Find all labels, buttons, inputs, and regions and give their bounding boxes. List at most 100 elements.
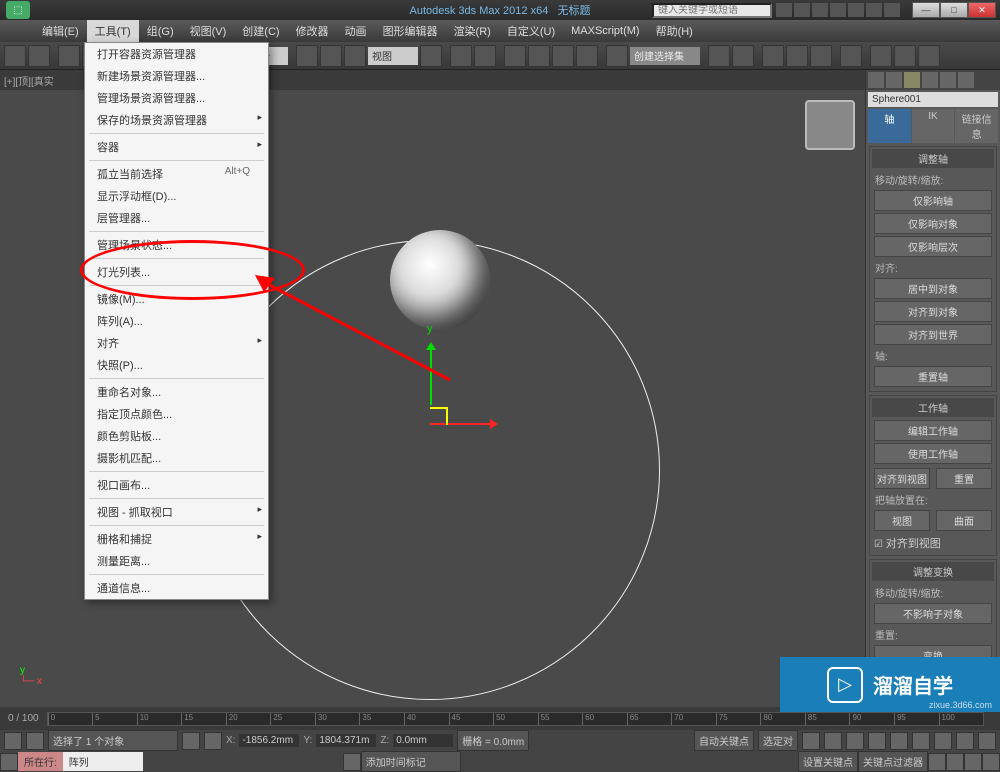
tb-align[interactable]: [732, 45, 754, 67]
section-header[interactable]: 调整轴: [872, 149, 994, 168]
object-name-field[interactable]: Sphere001: [868, 92, 998, 107]
prompt-field[interactable]: 阵列: [63, 752, 143, 771]
section-header[interactable]: 工作轴: [872, 398, 994, 417]
tb-mirror[interactable]: [708, 45, 730, 67]
nav-2[interactable]: [934, 732, 952, 750]
menu-item[interactable]: 灯光列表...: [85, 261, 268, 283]
btn-affect-object-only[interactable]: 仅影响对象: [874, 213, 992, 234]
check-align-to-view[interactable]: ☑ 对齐到视图: [872, 533, 994, 553]
timeline-track[interactable]: 0510152025303540455055606570758085909510…: [47, 712, 984, 726]
play-back[interactable]: [824, 732, 842, 750]
btn-center-to-object[interactable]: 居中到对象: [874, 278, 992, 299]
btn-reset-pivot[interactable]: 重置轴: [874, 366, 992, 387]
status-btn-1[interactable]: [4, 732, 22, 750]
status-btn-2[interactable]: [26, 732, 44, 750]
subpanel-tab-ik[interactable]: IK: [912, 109, 955, 143]
setkey-button[interactable]: 设置关键点: [798, 751, 858, 772]
title-icon-6[interactable]: [866, 3, 882, 17]
tb-rotate[interactable]: [320, 45, 342, 67]
menu-edit[interactable]: 编辑(E): [34, 20, 87, 42]
menu-graph-editors[interactable]: 图形编辑器: [375, 20, 446, 42]
maxscript-icon[interactable]: [0, 753, 18, 771]
menu-item[interactable]: 管理场景资源管理器...: [85, 87, 268, 109]
panel-tab-create[interactable]: [868, 72, 884, 88]
autokey-button[interactable]: 自动关键点: [694, 730, 754, 751]
tb-schematic[interactable]: [810, 45, 832, 67]
subpanel-tab-linkinfo[interactable]: 链接信息: [955, 109, 998, 143]
nav-1[interactable]: [912, 732, 930, 750]
tb-move[interactable]: [296, 45, 318, 67]
menu-item[interactable]: 显示浮动框(D)...: [85, 185, 268, 207]
menu-item[interactable]: 新建场景资源管理器...: [85, 65, 268, 87]
tb-percent-snap[interactable]: [552, 45, 574, 67]
menu-customize[interactable]: 自定义(U): [499, 20, 563, 42]
title-icon-3[interactable]: [812, 3, 828, 17]
menu-item[interactable]: 摄影机匹配...: [85, 447, 268, 469]
menu-render[interactable]: 渲染(R): [446, 20, 499, 42]
menu-item[interactable]: 视口画布...: [85, 474, 268, 496]
time-tag-field[interactable]: 添加时间标记: [361, 751, 461, 772]
btn-use-working-pivot[interactable]: 使用工作轴: [874, 443, 992, 464]
tb-refcoord-dropdown[interactable]: 视图: [368, 47, 418, 65]
close-button[interactable]: ✕: [968, 2, 996, 18]
menu-modifiers[interactable]: 修改器: [288, 20, 337, 42]
panel-tab-hierarchy[interactable]: [904, 72, 920, 88]
tb-manipulate[interactable]: [450, 45, 472, 67]
btn-place-view[interactable]: 视图: [874, 510, 930, 531]
btn-affect-pivot-only[interactable]: 仅影响轴: [874, 190, 992, 211]
tb-render[interactable]: [918, 45, 940, 67]
btn-reset[interactable]: 重置: [936, 468, 992, 489]
menu-maxscript[interactable]: MAXScript(M): [563, 22, 647, 40]
tb-material[interactable]: [840, 45, 862, 67]
btn-align-to-object[interactable]: 对齐到对象: [874, 301, 992, 322]
sphere-object[interactable]: [390, 230, 490, 330]
panel-tab-display[interactable]: [940, 72, 956, 88]
menu-animation[interactable]: 动画: [337, 20, 375, 42]
tb-render-setup[interactable]: [870, 45, 892, 67]
menu-item[interactable]: 孤立当前选择Alt+Q: [85, 163, 268, 185]
nav-4[interactable]: [978, 732, 996, 750]
menu-create[interactable]: 创建(C): [234, 20, 287, 42]
tb-scale[interactable]: [344, 45, 366, 67]
coord-z[interactable]: 0.0mm: [393, 734, 453, 747]
tb-undo[interactable]: [4, 45, 26, 67]
play-prev[interactable]: [802, 732, 820, 750]
title-icon-4[interactable]: [830, 3, 846, 17]
menu-tools[interactable]: 工具(T): [87, 20, 139, 42]
btn-dont-affect-children[interactable]: 不影响子对象: [874, 603, 992, 624]
section-header[interactable]: 调整变换: [872, 562, 994, 581]
coord-x[interactable]: -1856.2mm: [239, 734, 299, 747]
gizmo-xy-plane[interactable]: [430, 407, 448, 425]
menu-item[interactable]: 栅格和捕捉: [85, 528, 268, 550]
keyfilter-button[interactable]: 关键点过滤器: [858, 751, 928, 772]
tb-keyboard[interactable]: [474, 45, 496, 67]
btn-edit-working-pivot[interactable]: 编辑工作轴: [874, 420, 992, 441]
subpanel-tab-pivot[interactable]: 轴: [868, 109, 911, 143]
menu-item[interactable]: 快照(P)...: [85, 354, 268, 376]
time-tag-icon[interactable]: [343, 753, 361, 771]
maximize-button[interactable]: □: [940, 2, 968, 18]
menu-item[interactable]: 指定顶点颜色...: [85, 403, 268, 425]
minimize-button[interactable]: —: [912, 2, 940, 18]
app-logo-icon[interactable]: ⬚: [6, 1, 30, 19]
menu-item[interactable]: 保存的场景资源管理器: [85, 109, 268, 131]
play-next[interactable]: [890, 732, 908, 750]
play-fwd[interactable]: [868, 732, 886, 750]
tb-link[interactable]: [58, 45, 80, 67]
panel-tab-motion[interactable]: [922, 72, 938, 88]
lock-icon[interactable]: [182, 732, 200, 750]
tb-curve-editor[interactable]: [786, 45, 808, 67]
selected-filter[interactable]: 选定对: [758, 730, 798, 751]
menu-item[interactable]: 打开容器资源管理器: [85, 43, 268, 65]
menu-view[interactable]: 视图(V): [182, 20, 235, 42]
nav-5[interactable]: [928, 753, 946, 771]
tb-pivot[interactable]: [420, 45, 442, 67]
menu-item[interactable]: 测量距离...: [85, 550, 268, 572]
tb-angle-snap[interactable]: [528, 45, 550, 67]
tb-selection-set-dropdown[interactable]: 创建选择集: [630, 47, 700, 65]
menu-item[interactable]: 重命名对象...: [85, 381, 268, 403]
menu-item[interactable]: 管理场景状态...: [85, 234, 268, 256]
gizmo-y-axis[interactable]: [430, 345, 432, 405]
tb-named-sel[interactable]: [606, 45, 628, 67]
panel-tab-modify[interactable]: [886, 72, 902, 88]
